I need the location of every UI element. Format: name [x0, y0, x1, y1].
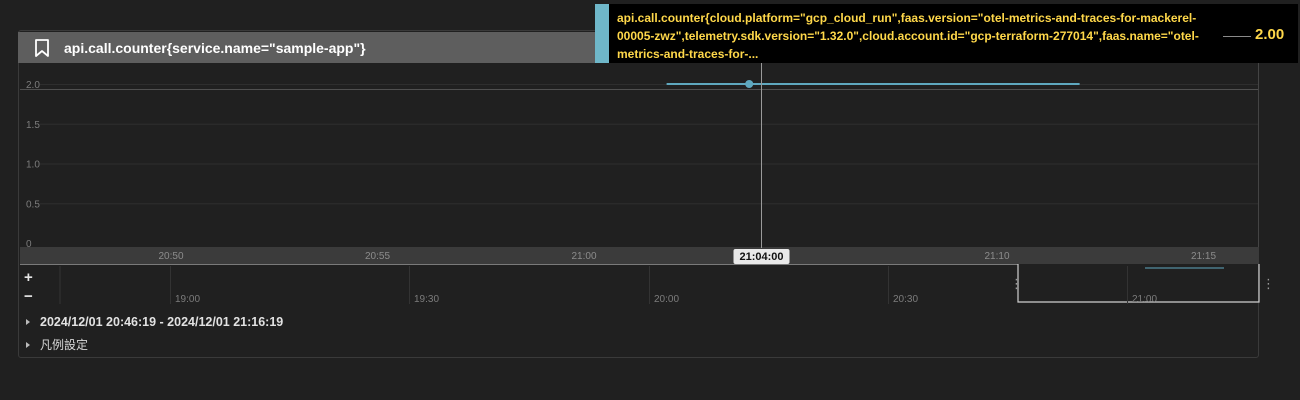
- y-axis: 00.51.01.52.0: [26, 80, 40, 250]
- y-tick-label: 1.5: [26, 120, 40, 131]
- navigator-tick-label: 19:00: [175, 294, 200, 305]
- value-tooltip: api.call.counter{cloud.platform="gcp_clo…: [595, 4, 1298, 63]
- chart-grid: [20, 63, 1259, 247]
- x-tick-label: 20:50: [158, 251, 183, 262]
- time-range-label: 2024/12/01 20:46:19 - 2024/12/01 21:16:1…: [40, 315, 284, 329]
- y-tick-label: 0.5: [26, 199, 40, 210]
- panel-title: api.call.counter{service.name="sample-ap…: [64, 39, 366, 56]
- series-layer: [666, 80, 1080, 88]
- x-tick-label: 21:00: [571, 251, 596, 262]
- x-axis-band: [20, 247, 1259, 264]
- x-tick-label: 21:15: [1191, 251, 1216, 262]
- highlighted-point: [745, 80, 754, 88]
- navigator-tick-label: 20:00: [654, 294, 679, 305]
- legend-settings-label: 凡例設定: [40, 338, 89, 352]
- series-color-swatch: [595, 4, 609, 63]
- navigator-tick-label: 21:00: [1132, 294, 1157, 305]
- time-navigator[interactable]: 19:00 19:30 20:00 20:30 21:00: [20, 264, 1260, 305]
- y-tick-label: 1.0: [26, 160, 40, 171]
- time-range-row[interactable]: 2024/12/01 20:46:19 - 2024/12/01 21:16:1…: [26, 315, 283, 329]
- tooltip-value: 2.00: [1255, 26, 1285, 43]
- navigator-handle-left[interactable]: ⋮: [1010, 277, 1023, 290]
- crosshair-time-label: 21:04:00: [733, 249, 790, 264]
- y-tick-label: 2.0: [26, 80, 40, 91]
- zoom-out-button[interactable]: −: [24, 289, 33, 304]
- expand-triangle-icon: [26, 341, 30, 348]
- navigator-tick-label: 20:30: [893, 294, 918, 305]
- tooltip-series-name: api.call.counter{cloud.platform="gcp_clo…: [617, 11, 1199, 61]
- navigator-tick-label: 19:30: [414, 294, 439, 305]
- zoom-in-button[interactable]: +: [24, 270, 33, 285]
- panel-header: api.call.counter{service.name="sample-ap…: [18, 32, 600, 63]
- bookmark-icon[interactable]: [34, 38, 50, 57]
- expand-triangle-icon: [26, 319, 30, 325]
- crosshair-time-text: 21:04:00: [739, 251, 783, 263]
- x-tick-label: 21:10: [984, 251, 1009, 262]
- x-tick-label: 20:55: [365, 251, 390, 262]
- tooltip-series-line: [1223, 36, 1251, 37]
- navigator-handle-right[interactable]: ⋮: [1262, 277, 1275, 290]
- legend-settings-row[interactable]: 凡例設定: [26, 336, 88, 353]
